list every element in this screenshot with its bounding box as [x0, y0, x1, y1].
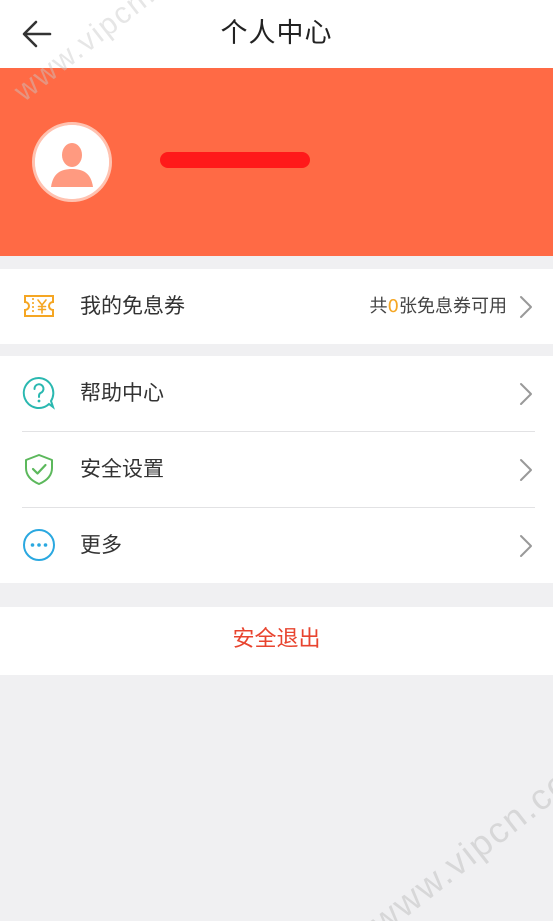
- profile-banner: [0, 68, 553, 256]
- question-circle-icon: [22, 376, 55, 410]
- menu-item-help[interactable]: 帮助中心: [0, 356, 553, 431]
- logout-button[interactable]: 安全退出: [0, 607, 553, 675]
- coupon-label: 我的免息券: [80, 294, 185, 318]
- avatar[interactable]: [32, 122, 112, 202]
- menu-item-more[interactable]: 更多: [0, 508, 553, 583]
- coupon-summary: 共0张免息券可用: [370, 269, 507, 344]
- chevron-right-icon: [520, 296, 532, 318]
- more-dots-icon: [23, 529, 55, 561]
- coupon-summary-prefix: 共: [369, 296, 388, 317]
- coupon-summary-suffix: 张免息券可用: [399, 296, 507, 317]
- menu-item-security[interactable]: 安全设置: [0, 432, 553, 507]
- user-center-page: 个人中心 我的免息券 共0张免息券可用 帮助中心 安全设置 更多 安全退出 ww…: [0, 0, 553, 921]
- menu-item-label: 帮助中心: [80, 381, 164, 405]
- coupon-card: 我的免息券 共0张免息券可用: [0, 269, 553, 344]
- shield-check-icon: [25, 454, 53, 485]
- logout-card: 安全退出: [0, 607, 553, 675]
- chevron-right-icon: [520, 383, 532, 405]
- user-silhouette-icon: [35, 125, 109, 199]
- menu-card: 帮助中心 安全设置 更多: [0, 356, 553, 583]
- redacted-username: [160, 152, 310, 168]
- chevron-right-icon: [520, 459, 532, 481]
- coupon-row[interactable]: 我的免息券 共0张免息券可用: [0, 269, 553, 344]
- watermark: www.vipcn.com: [362, 741, 553, 921]
- chevron-right-icon: [520, 535, 532, 557]
- coupon-count: 0: [387, 296, 399, 317]
- menu-item-label: 安全设置: [80, 457, 164, 481]
- coupon-yen-icon: [24, 295, 54, 317]
- menu-item-label: 更多: [80, 533, 122, 557]
